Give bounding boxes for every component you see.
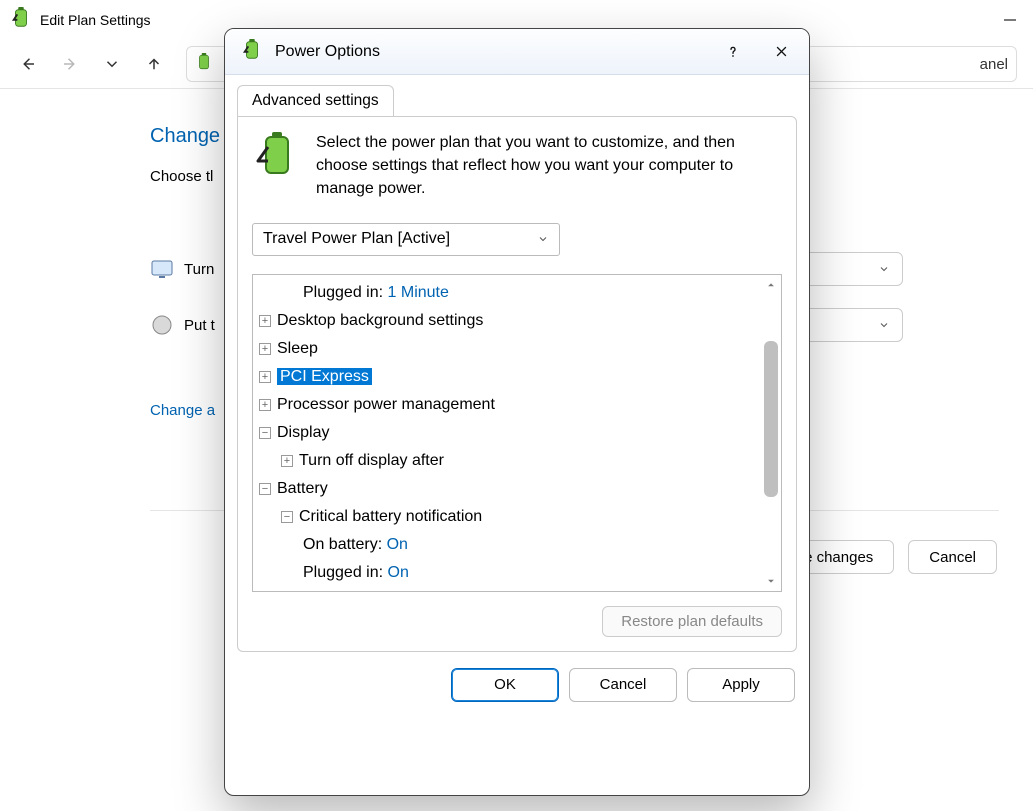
back-button[interactable]	[8, 46, 48, 82]
dialog-titlebar: Power Options	[225, 29, 809, 75]
collapse-icon[interactable]: −	[259, 483, 271, 495]
settings-tree: Plugged in: 1 Minute +Desktop background…	[252, 274, 782, 592]
advanced-power-link[interactable]: Change a	[150, 402, 215, 419]
expand-icon[interactable]: +	[259, 371, 271, 383]
scroll-up-icon[interactable]	[766, 275, 776, 295]
scroll-down-icon[interactable]	[766, 571, 776, 591]
address-icon	[195, 53, 213, 75]
power-options-dialog: Power Options Advanced settings Select t…	[224, 28, 810, 796]
collapse-icon[interactable]: −	[281, 511, 293, 523]
tree-processor[interactable]: +Processor power management	[259, 391, 759, 419]
tree-pci-express[interactable]: +PCI Express	[259, 363, 759, 391]
tree-desktop-background[interactable]: +Desktop background settings	[259, 307, 759, 335]
hero-battery-icon	[252, 131, 300, 183]
tree-plugged-in-value[interactable]: 1 Minute	[388, 284, 449, 301]
forward-button[interactable]	[50, 46, 90, 82]
battery-icon	[10, 7, 32, 33]
turn-off-display-label: Turn	[184, 261, 214, 278]
sleep-label: Put t	[184, 317, 215, 334]
expand-icon[interactable]: +	[259, 399, 271, 411]
recent-menu-button[interactable]	[92, 46, 132, 82]
dialog-title-icon	[241, 39, 263, 65]
up-button[interactable]	[134, 46, 174, 82]
tab-advanced-settings[interactable]: Advanced settings	[237, 85, 394, 116]
moon-icon	[150, 313, 174, 337]
tree-sleep[interactable]: +Sleep	[259, 335, 759, 363]
cancel-button[interactable]: Cancel	[569, 668, 677, 702]
expand-icon[interactable]: +	[259, 343, 271, 355]
tree-plugged-in-minute[interactable]: Plugged in: 1 Minute	[259, 279, 759, 307]
tree-battery[interactable]: −Battery	[259, 475, 759, 503]
parent-window-title: Edit Plan Settings	[40, 12, 151, 28]
monitor-icon	[150, 257, 174, 281]
scroll-thumb[interactable]	[764, 341, 778, 497]
hero-description: Select the power plan that you want to c…	[316, 131, 782, 201]
cancel-button-parent[interactable]: Cancel	[908, 540, 997, 574]
tree-scrollbar[interactable]	[761, 275, 781, 591]
tree-crit-plugged-value[interactable]: On	[388, 564, 409, 581]
ok-button[interactable]: OK	[451, 668, 559, 702]
restore-plan-defaults-button[interactable]: Restore plan defaults	[602, 606, 782, 637]
collapse-icon[interactable]: −	[259, 427, 271, 439]
address-tail-text: anel	[980, 56, 1008, 73]
expand-icon[interactable]: +	[259, 315, 271, 327]
expand-icon[interactable]: +	[281, 455, 293, 467]
dialog-title: Power Options	[275, 43, 380, 61]
tree-turn-off-display-after[interactable]: +Turn off display after	[259, 447, 759, 475]
tree-crit-on-battery[interactable]: On battery: On	[259, 531, 759, 559]
tree-crit-plugged-in[interactable]: Plugged in: On	[259, 559, 759, 587]
tree-critical-battery-notification[interactable]: −Critical battery notification	[259, 503, 759, 531]
close-icon[interactable]	[763, 36, 799, 68]
tree-crit-on-battery-value[interactable]: On	[387, 536, 408, 553]
plan-selected-text: Travel Power Plan [Active]	[263, 230, 450, 248]
plan-select[interactable]: Travel Power Plan [Active]	[252, 223, 560, 256]
tree-display[interactable]: −Display	[259, 419, 759, 447]
minimize-icon[interactable]	[987, 5, 1033, 35]
tab-panel: Select the power plan that you want to c…	[237, 116, 797, 652]
apply-button[interactable]: Apply	[687, 668, 795, 702]
help-button[interactable]	[715, 36, 751, 68]
